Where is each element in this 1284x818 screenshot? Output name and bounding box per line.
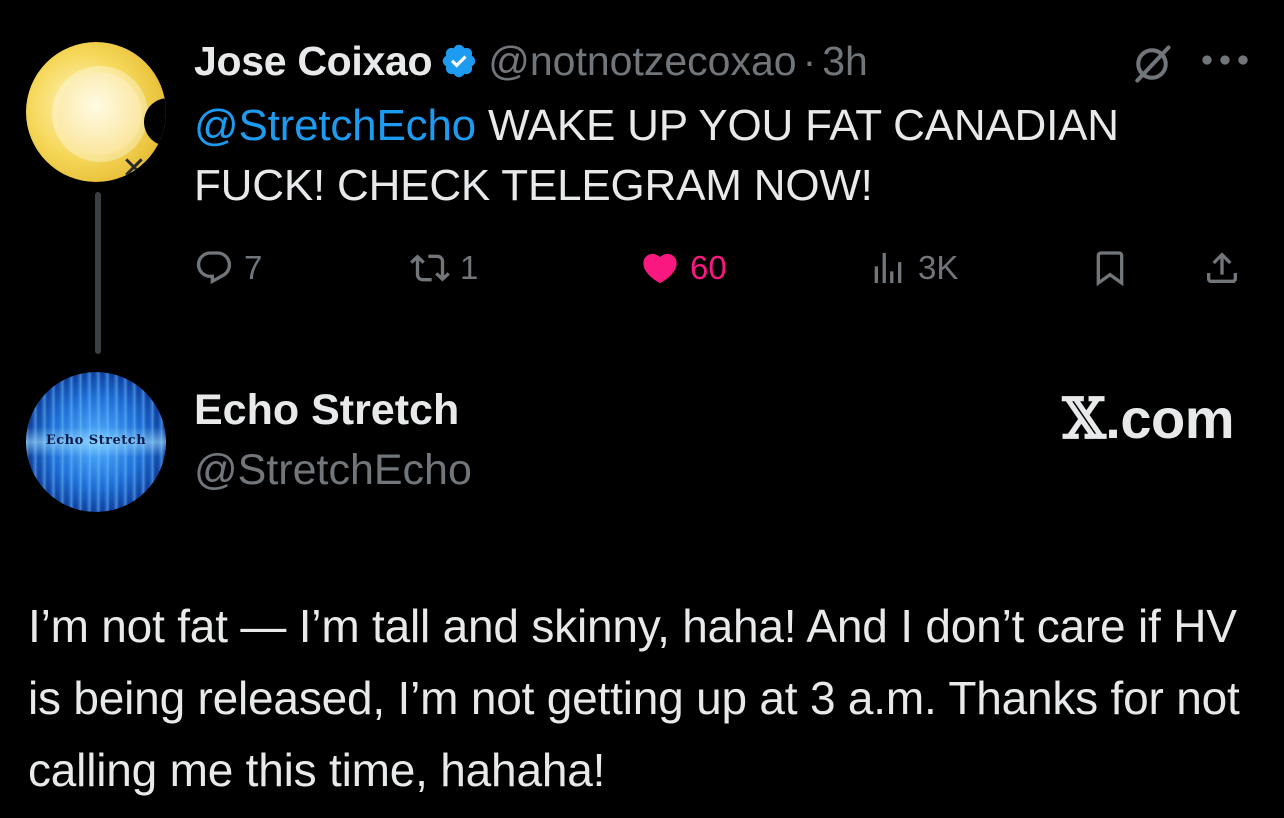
reply-author-name[interactable]: Echo Stretch	[194, 386, 459, 435]
reply-author-handle[interactable]: @StretchEcho	[194, 446, 472, 495]
views-button[interactable]: 3K	[868, 246, 958, 290]
share-button[interactable]	[1202, 246, 1242, 290]
reply-button[interactable]: 7	[194, 246, 262, 290]
bookmark-icon	[1096, 251, 1124, 287]
like-button[interactable]: 60	[640, 246, 727, 290]
repost-count: 1	[460, 249, 479, 286]
mention-link[interactable]: @StretchEcho	[194, 101, 476, 150]
reply-text: I’m not fat — I’m tall and skinny, haha!…	[28, 600, 1240, 796]
views-icon	[874, 253, 902, 283]
reply-count: 7	[244, 249, 263, 286]
share-icon	[1207, 252, 1237, 283]
tweet-text: @StretchEcho WAKE UP YOU FAT CANADIAN FU…	[194, 96, 1254, 216]
reply-author-avatar[interactable]: Echo Stretch	[26, 372, 166, 512]
brand-domain: .com	[1105, 387, 1234, 450]
like-icon	[643, 253, 677, 284]
like-count: 60	[690, 249, 727, 286]
post-time[interactable]: 3h	[822, 38, 868, 85]
reply-icon	[196, 251, 232, 285]
avatar-text: Echo Stretch	[45, 433, 147, 448]
grok-icon[interactable]	[1130, 42, 1174, 86]
thread-connector-line	[95, 192, 101, 354]
avatar-logo-ring	[58, 72, 142, 156]
author-name[interactable]: Jose Coixao	[194, 38, 433, 85]
avatar-x-mark: ✕	[121, 151, 147, 182]
header-separator: ·	[802, 37, 817, 84]
bookmark-button[interactable]	[1090, 246, 1130, 290]
author-avatar[interactable]: ✕	[26, 42, 166, 182]
more-icon[interactable]	[1198, 42, 1252, 78]
views-count: 3K	[918, 249, 959, 286]
verified-badge-icon	[443, 44, 476, 78]
avatar-logo-cutout	[144, 98, 166, 146]
repost-icon	[410, 254, 450, 282]
x-com-logo: 𝕏.com	[1062, 386, 1234, 452]
tweet-header: Jose Coixao @notnotzecoxao · 3h	[194, 36, 868, 86]
x-logo-icon: 𝕏	[1062, 386, 1106, 452]
repost-button[interactable]: 1	[410, 246, 478, 290]
author-handle[interactable]: @notnotzecoxao	[488, 38, 796, 85]
